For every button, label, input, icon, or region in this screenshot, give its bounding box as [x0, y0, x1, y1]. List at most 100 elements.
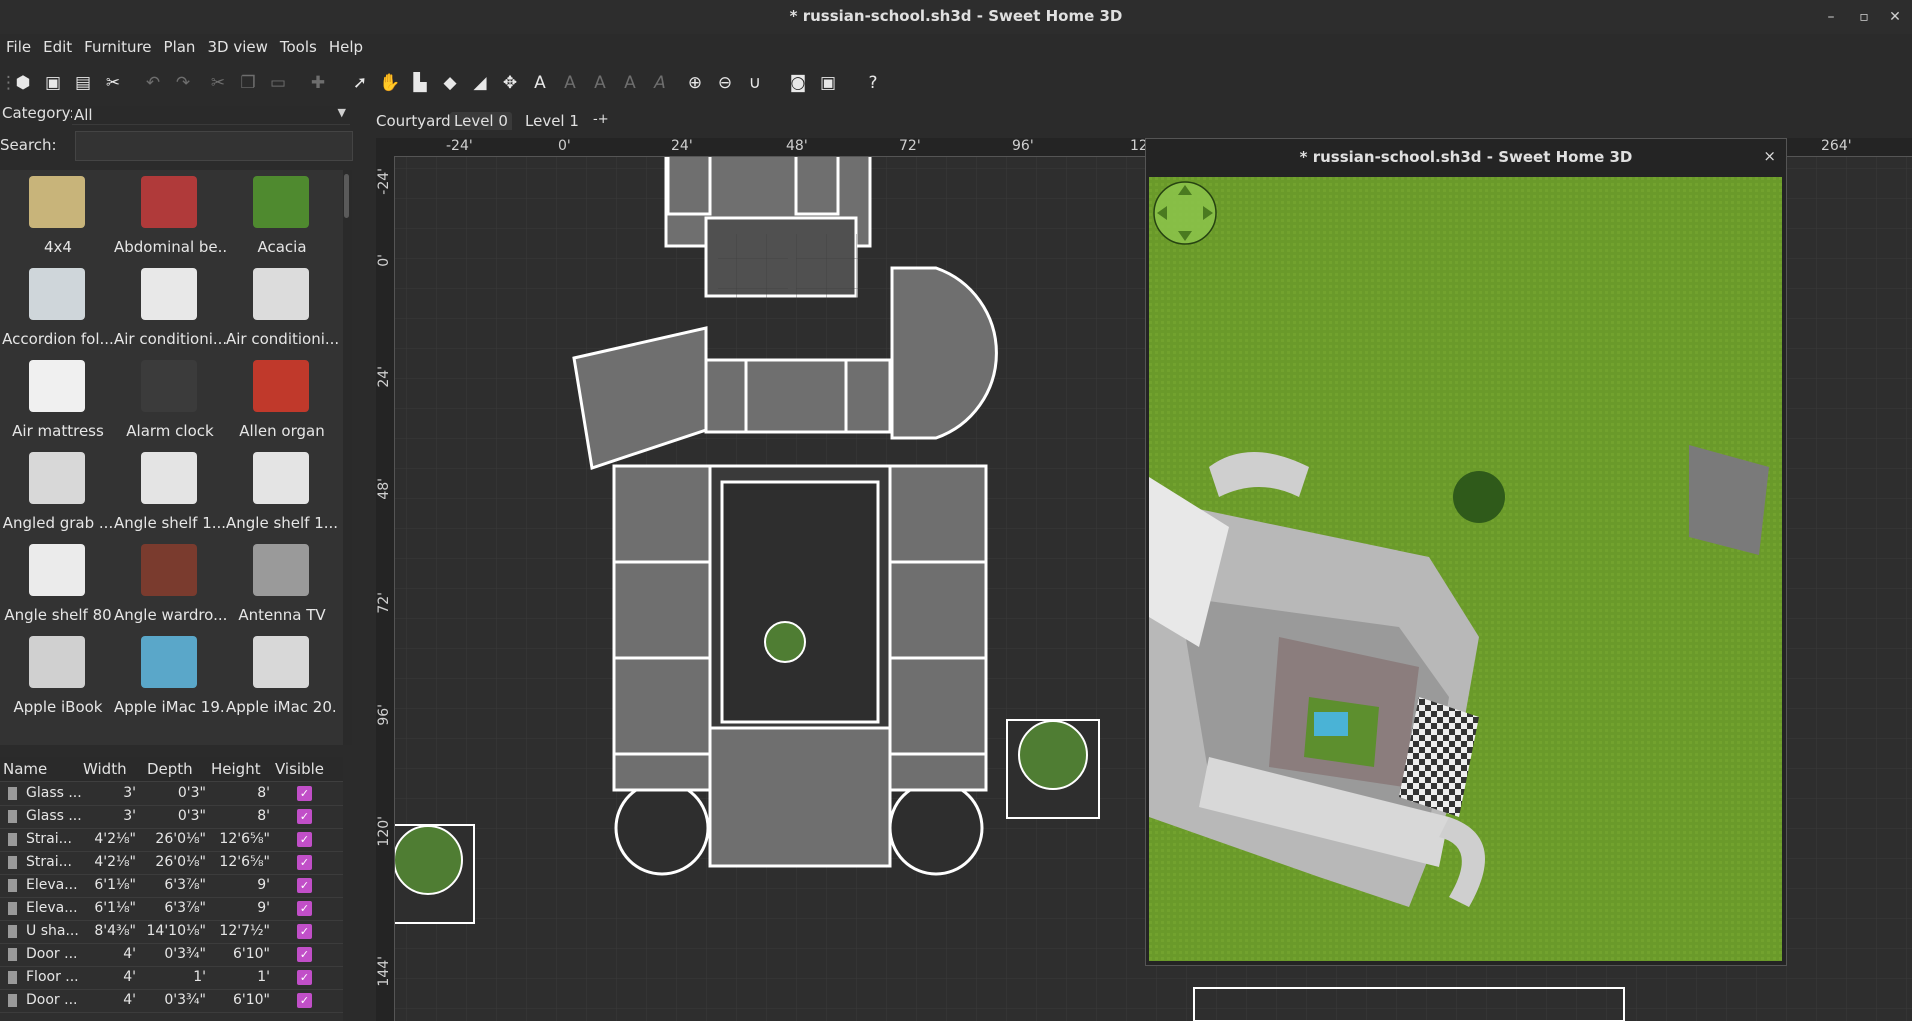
table-row[interactable]: Eleva... 6'1⅛" 6'3⅞" 9' ✓ [0, 874, 343, 898]
cut-icon[interactable]: ✂ [205, 70, 231, 96]
catalog-scrollbar[interactable] [343, 170, 352, 745]
catalog-item[interactable]: 4x4 [2, 172, 112, 264]
table-row[interactable]: U sha... 8'4⅜" 14'10⅛" 12'7½" ✓ [0, 920, 343, 944]
table-row[interactable]: Glass ... 3' 0'3" 8' ✓ [0, 805, 343, 829]
create-polylines-icon[interactable]: ◢ [467, 70, 493, 96]
undo-icon[interactable]: ↶ [140, 70, 166, 96]
menu-tools[interactable]: Tools [280, 38, 317, 56]
add-level-icon[interactable]: -+ [593, 112, 609, 127]
cell-width: 4' [123, 969, 136, 985]
ruler-label: 144' [376, 956, 392, 987]
menu-help[interactable]: Help [329, 38, 363, 56]
table-row[interactable]: Door ... 4' 0'3¾" 6'10" ✓ [0, 943, 343, 967]
tab-level-0[interactable]: Level 0 [450, 112, 512, 130]
paste-icon[interactable]: ▭ [265, 70, 291, 96]
add-text-icon[interactable]: A [527, 70, 553, 96]
visible-checkbox[interactable]: ✓ [297, 855, 312, 870]
visible-checkbox[interactable]: ✓ [297, 878, 312, 893]
catalog-item[interactable]: Angled grab ... [2, 448, 113, 540]
table-row[interactable]: Strai... 4'2⅛" 26'0⅛" 12'6⅝" ✓ [0, 851, 343, 875]
help-icon[interactable]: ? [860, 70, 886, 96]
cut-tool-icon[interactable]: ✂ [100, 70, 126, 96]
catalog-item[interactable]: Apple iMac 19... [114, 632, 226, 724]
decrease-text-icon[interactable]: A [587, 70, 613, 96]
catalog-item[interactable]: Apple iMac 20... [226, 632, 338, 724]
ruler-label: 96' [376, 704, 392, 726]
visible-checkbox[interactable]: ✓ [297, 924, 312, 939]
new-home-icon[interactable]: ⬢ [10, 70, 36, 96]
menu-plan[interactable]: Plan [164, 38, 196, 56]
maximize-icon[interactable]: ▫ [1853, 6, 1875, 28]
catalog-item[interactable]: Allen organ [226, 356, 336, 448]
visible-checkbox[interactable]: ✓ [297, 786, 312, 801]
col-visible[interactable]: Visible [275, 760, 324, 778]
zoom-in-icon[interactable]: ⊕ [682, 70, 708, 96]
catalog-item[interactable]: Alarm clock [114, 356, 224, 448]
catalog-item[interactable]: Angle shelf 1... [114, 448, 226, 540]
catalog-item[interactable]: Apple iBook [2, 632, 112, 724]
catalog-item[interactable]: Angle shelf 80 [2, 540, 112, 632]
add-furniture-icon[interactable]: ✚ [305, 70, 331, 96]
create-video-icon[interactable]: ▣ [815, 70, 841, 96]
open-icon[interactable]: ▣ [40, 70, 66, 96]
menu-furniture[interactable]: Furniture [84, 38, 151, 56]
visible-checkbox[interactable]: ✓ [297, 832, 312, 847]
redo-icon[interactable]: ↷ [170, 70, 196, 96]
menu-file[interactable]: File [6, 38, 31, 56]
search-input[interactable] [75, 131, 353, 161]
cell-depth: 0'3" [177, 785, 206, 801]
navigator-icon[interactable] [1153, 181, 1217, 245]
visible-checkbox[interactable]: ✓ [297, 993, 312, 1008]
create-rooms-icon[interactable]: ◆ [437, 70, 463, 96]
cell-height: 9' [257, 900, 270, 916]
increase-text-icon[interactable]: A [557, 70, 583, 96]
catalog-item[interactable]: Abdominal be... [114, 172, 226, 264]
category-select[interactable]: All ▼ [72, 106, 350, 125]
minimize-icon[interactable]: – [1820, 6, 1842, 28]
create-photo-icon[interactable]: ◙ [785, 70, 811, 96]
italic-text-icon[interactable]: A [647, 70, 673, 96]
visible-checkbox[interactable]: ✓ [297, 947, 312, 962]
table-row[interactable]: Glass ... 3' 0'3" 8' ✓ [0, 782, 343, 806]
create-dimensions-icon[interactable]: ✥ [497, 70, 523, 96]
copy-icon[interactable]: ❐ [235, 70, 261, 96]
cell-height: 6'10" [232, 946, 270, 962]
table-row[interactable]: Door ... 4' 0'3¾" 6'10" ✓ [0, 989, 343, 1013]
magnetism-icon[interactable]: ∪ [742, 70, 768, 96]
table-row[interactable]: Floor ... 4' 1' 1' ✓ [0, 966, 343, 990]
menu-edit[interactable]: Edit [43, 38, 72, 56]
table-row[interactable]: Eleva... 6'1⅛" 6'3⅞" 9' ✓ [0, 897, 343, 921]
menu-3d-view[interactable]: 3D view [207, 38, 267, 56]
cell-name: Strai... [26, 831, 72, 847]
bold-text-icon[interactable]: A [617, 70, 643, 96]
tab-courtyard[interactable]: Courtyard [376, 112, 451, 130]
visible-checkbox[interactable]: ✓ [297, 901, 312, 916]
col-depth[interactable]: Depth [147, 760, 193, 778]
tab-level-1[interactable]: Level 1 [525, 112, 579, 130]
col-width[interactable]: Width [83, 760, 127, 778]
visible-checkbox[interactable]: ✓ [297, 970, 312, 985]
create-walls-icon[interactable]: ▙ [407, 70, 433, 96]
save-icon[interactable]: ▤ [70, 70, 96, 96]
table-row[interactable]: Strai... 4'2⅛" 26'0⅛" 12'6⅝" ✓ [0, 828, 343, 852]
catalog-item[interactable]: Air mattress [2, 356, 112, 448]
close-icon[interactable]: ✕ [1884, 6, 1906, 28]
catalog-item[interactable]: Air conditioni... [114, 264, 226, 356]
catalog-item[interactable]: Acacia [226, 172, 336, 264]
catalog-item[interactable]: Air conditioni... [226, 264, 338, 356]
close-icon[interactable]: × [1763, 147, 1776, 165]
col-height[interactable]: Height [211, 760, 261, 778]
catalog-item[interactable]: Angle shelf 1... [226, 448, 338, 540]
3d-scene[interactable] [1149, 177, 1782, 961]
ruler-label: 48' [376, 478, 392, 500]
catalog-item[interactable]: Angle wardro... [114, 540, 226, 632]
zoom-out-icon[interactable]: ⊖ [712, 70, 738, 96]
pan-mode-icon[interactable]: ✋ [377, 70, 403, 96]
3d-view-window[interactable]: * russian-school.sh3d - Sweet Home 3D × [1145, 138, 1787, 966]
catalog-item[interactable]: Antenna TV [226, 540, 336, 632]
select-mode-icon[interactable]: ➚ [347, 70, 373, 96]
visible-checkbox[interactable]: ✓ [297, 809, 312, 824]
catalog-item-label: Apple iBook [13, 698, 103, 716]
catalog-item[interactable]: Accordion fol... [2, 264, 114, 356]
col-name[interactable]: Name [3, 760, 47, 778]
